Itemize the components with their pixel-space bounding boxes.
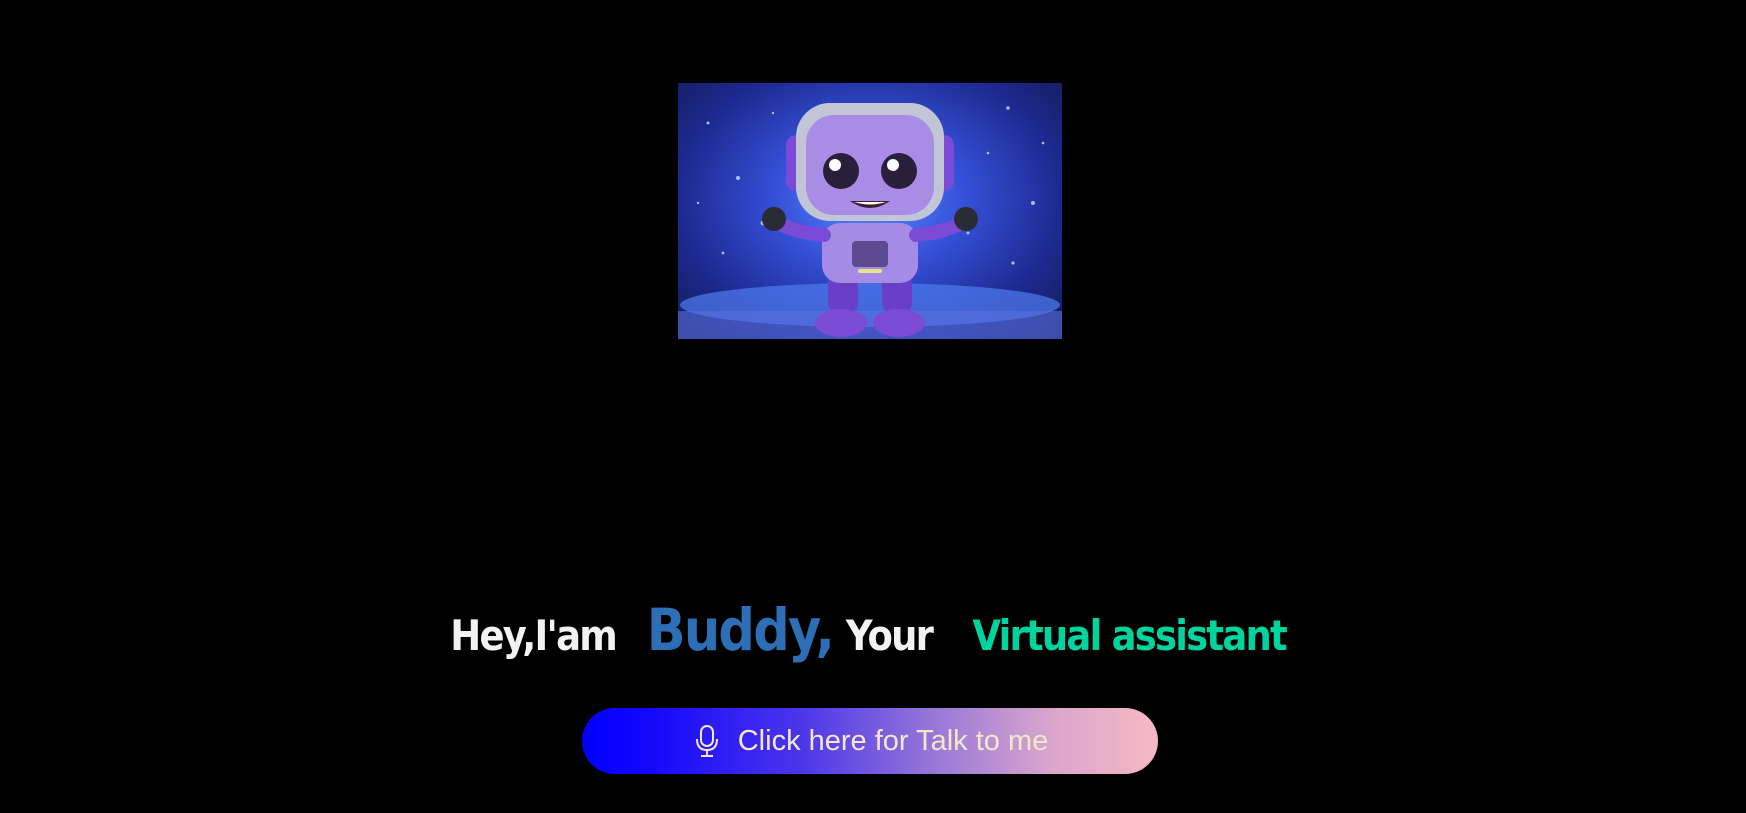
headline-connector: Your <box>845 611 934 660</box>
robot-illustration <box>678 103 1062 339</box>
assistant-role: Virtual assistant <box>971 611 1287 660</box>
assistant-name: Buddy, <box>646 596 835 664</box>
talk-button-label: Click here for Talk to me <box>737 724 1049 757</box>
welcome-headline: Hey,I'am Buddy, Your Virtual assistant <box>0 590 1746 670</box>
robot-mascot-image <box>678 83 1062 339</box>
headline-greeting: Hey,I'am <box>450 611 617 660</box>
talk-to-me-button[interactable]: Click here for Talk to me <box>582 708 1158 774</box>
microphone-icon <box>692 724 722 758</box>
